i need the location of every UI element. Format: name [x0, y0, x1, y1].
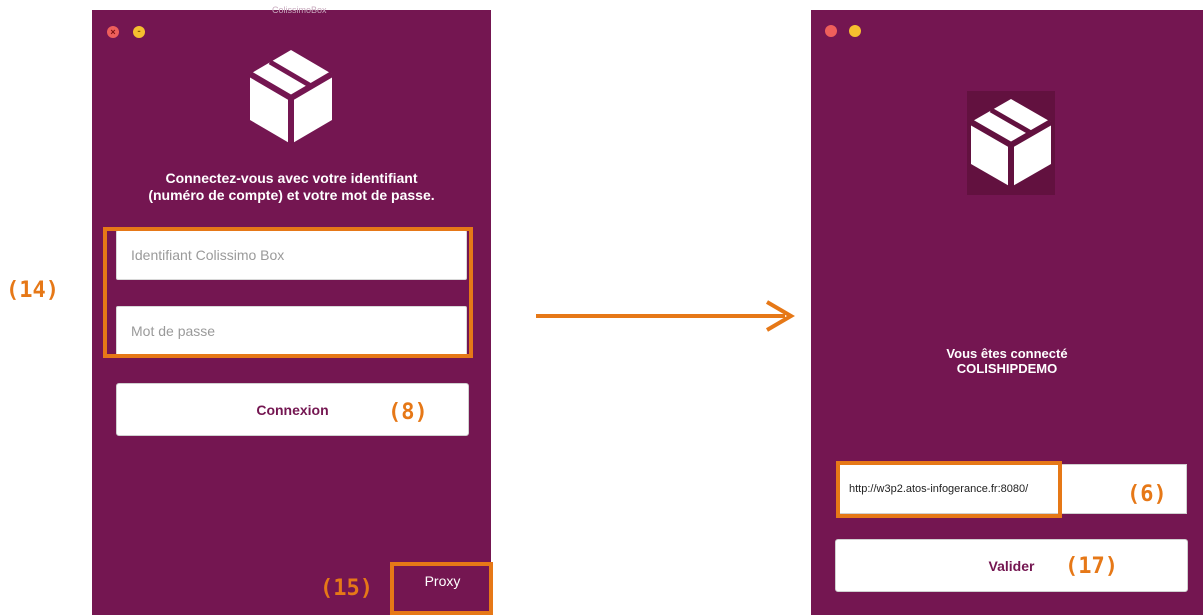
- minimize-button[interactable]: [849, 25, 861, 37]
- callout-validate: (17): [1065, 554, 1118, 579]
- window-title: ColissimoBox: [272, 5, 327, 15]
- callout-proxy: (15): [320, 576, 373, 601]
- minimize-button[interactable]: -: [133, 26, 145, 38]
- connection-status-line1: Vous êtes connecté: [946, 346, 1068, 361]
- close-button[interactable]: [825, 25, 837, 37]
- box-logo-icon: [967, 91, 1055, 195]
- validate-button[interactable]: Valider: [835, 539, 1188, 592]
- callout-fields: (14): [6, 278, 59, 303]
- connect-button-label: Connexion: [256, 401, 329, 418]
- validate-button-label: Valider: [988, 557, 1035, 574]
- close-icon: ×: [110, 27, 116, 37]
- box-logo-icon: [248, 50, 334, 144]
- proxy-button[interactable]: Proxy: [410, 573, 475, 589]
- fields-highlight: [103, 227, 473, 358]
- callout-url: (6): [1127, 482, 1167, 507]
- connection-status: Vous êtes connecté COLISHIPDEMO: [811, 346, 1203, 376]
- callout-connect: (8): [388, 400, 428, 425]
- transition-arrow-icon: [536, 300, 795, 332]
- url-highlight: [836, 461, 1062, 518]
- close-button[interactable]: ×: [107, 26, 119, 38]
- connection-status-account: COLISHIPDEMO: [956, 361, 1058, 376]
- login-heading: Connectez-vous avec votre identifiant (n…: [92, 170, 491, 204]
- login-heading-line1: Connectez-vous avec votre identifiant: [165, 170, 418, 186]
- login-heading-line2: (numéro de compte) et votre mot de passe…: [148, 187, 435, 203]
- minimize-icon: -: [137, 26, 141, 37]
